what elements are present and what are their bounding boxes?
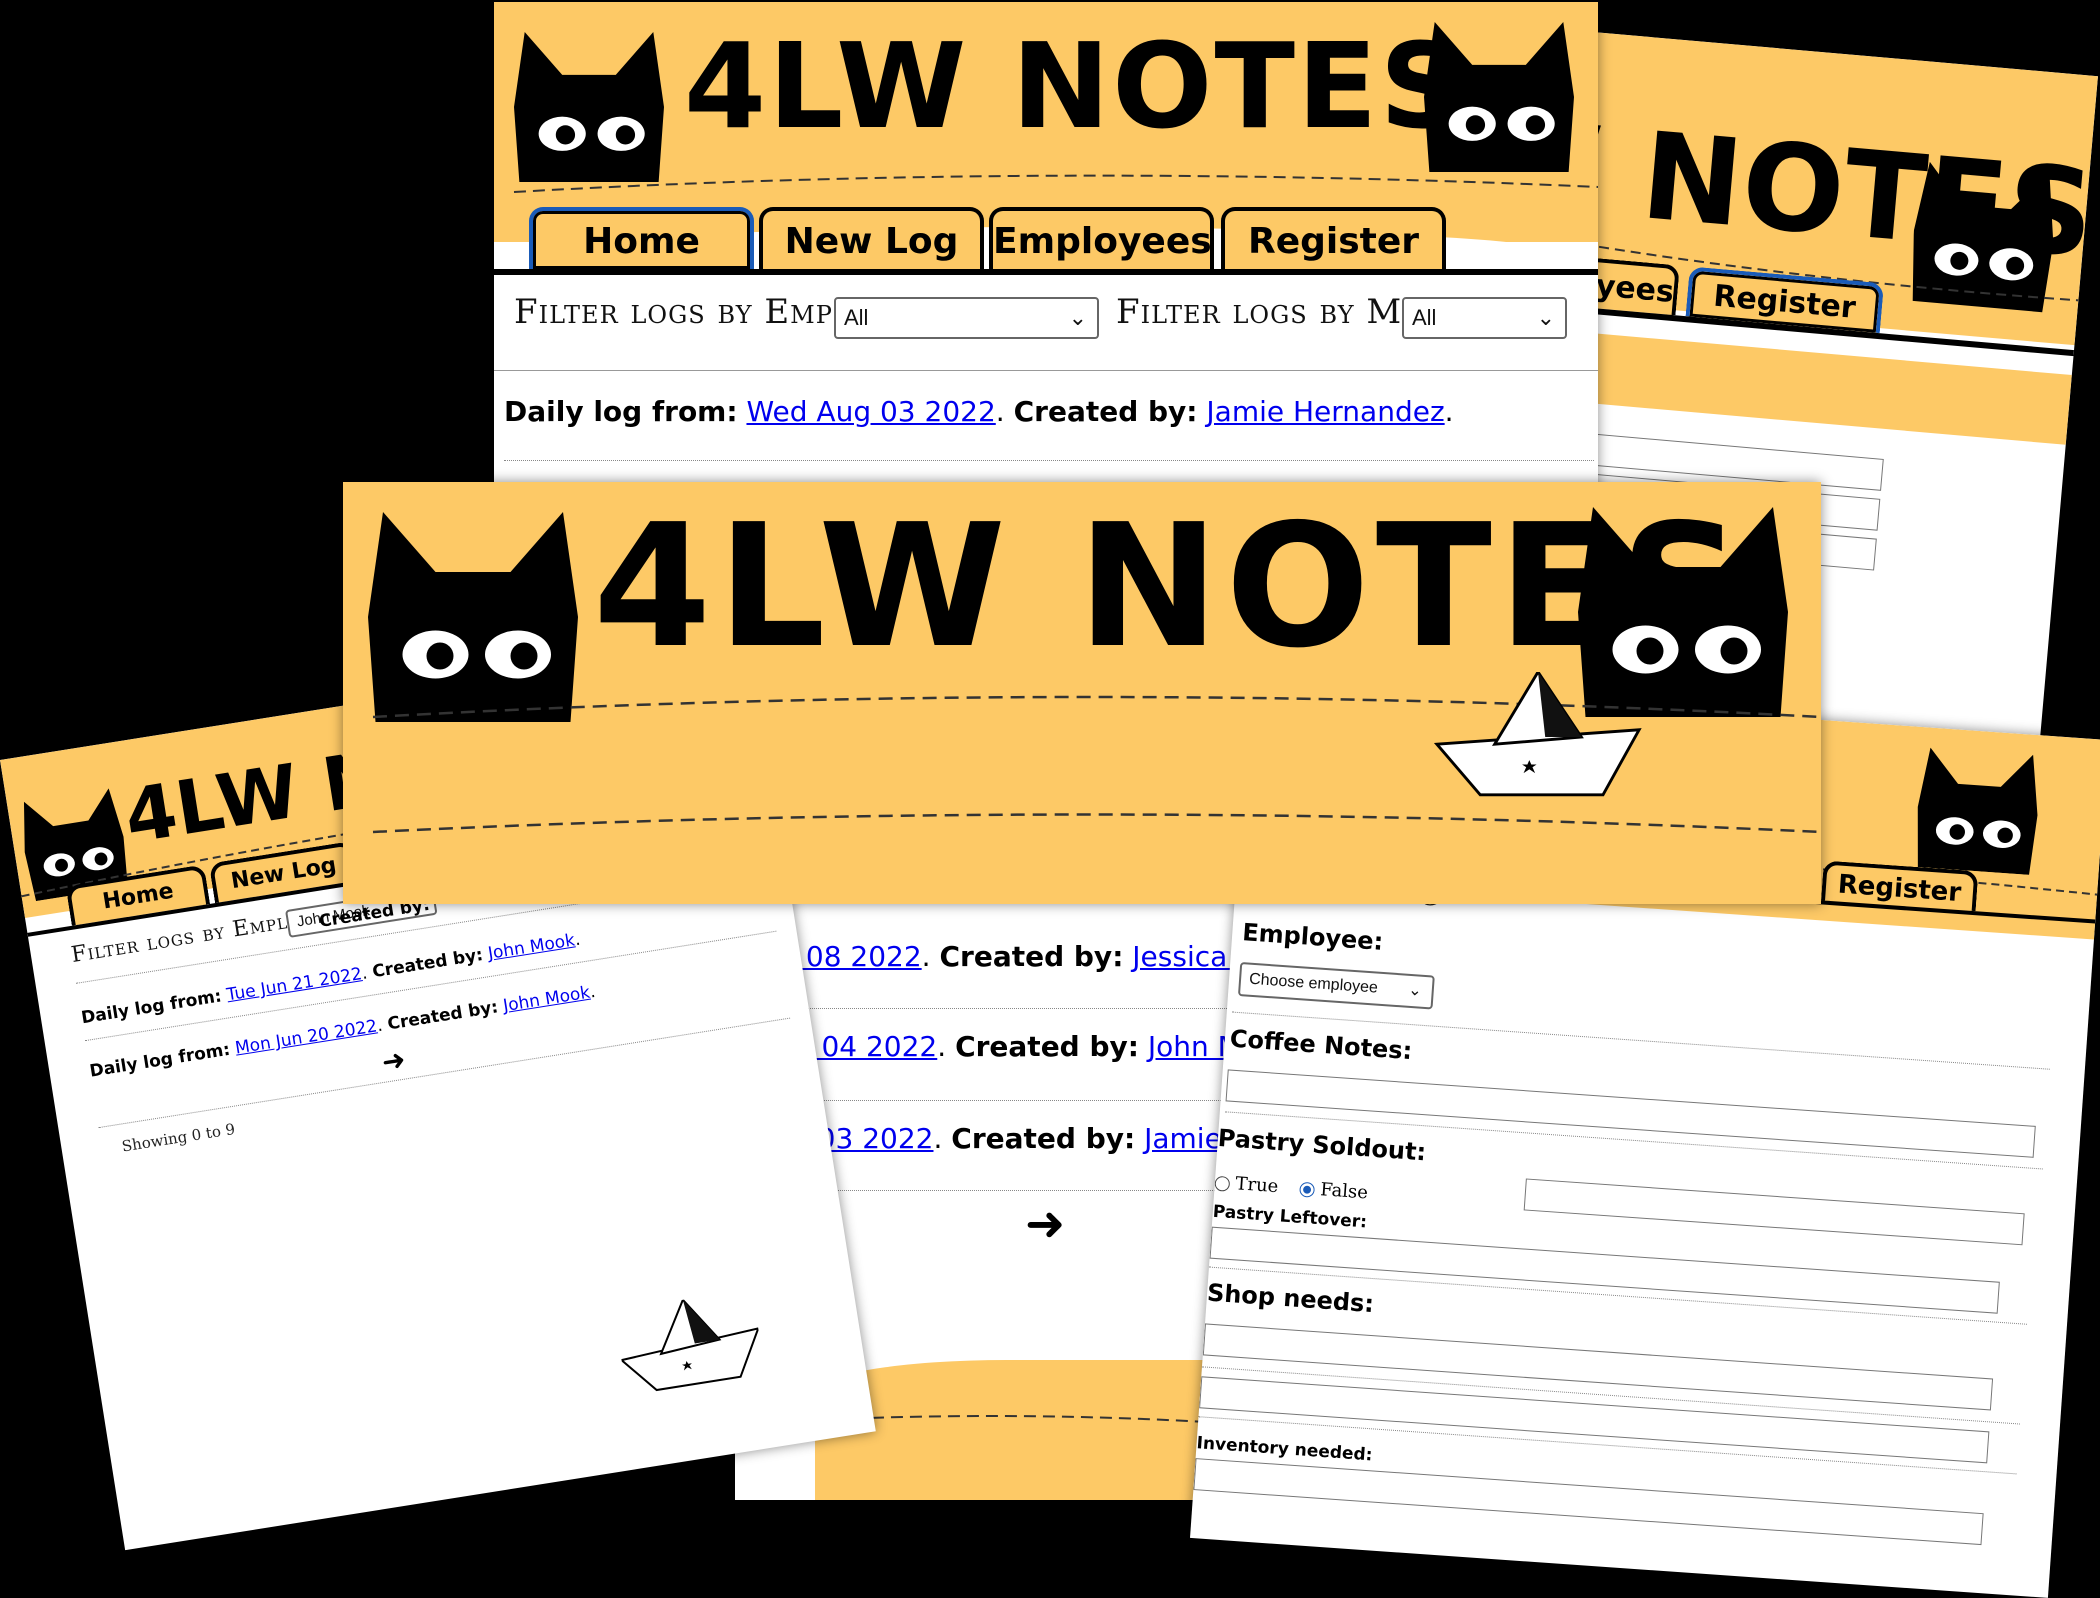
home-page-panel: 4LW NOTES Home New Log Employees Registe… xyxy=(494,2,1598,502)
log-entry: ri Jul 08 2022. Created by: Jessica But xyxy=(735,940,1255,973)
tab-employees[interactable]: Employees xyxy=(989,207,1214,269)
hero-banner-panel: 4LW NOTES xyxy=(343,482,1821,904)
divider xyxy=(494,370,1598,371)
cat-icon xyxy=(1424,22,1574,172)
log-date-link[interactable]: Wed Aug 03 2022 xyxy=(746,395,995,428)
paper-boat-icon xyxy=(1435,672,1641,797)
arrow-right-icon[interactable]: ➜ xyxy=(1025,1200,1065,1248)
cat-icon xyxy=(514,32,664,182)
logo-text: 4LW NOTES xyxy=(684,17,1467,155)
chevron-down-icon: ⌄ xyxy=(1407,981,1423,1000)
employee-select[interactable]: Choose employee ⌄ xyxy=(1237,962,1435,1010)
employee-label: Employee: xyxy=(1241,918,1385,956)
log-author-link[interactable]: John Mook xyxy=(487,930,577,963)
pastry-soldout-label: Pastry Soldout: xyxy=(1217,1123,1428,1167)
radio-icon xyxy=(1214,1175,1231,1192)
shop-needs-label: Shop needs: xyxy=(1206,1278,1375,1319)
log-entry: Daily log from: Wed Aug 03 2022. Created… xyxy=(504,395,1454,428)
inventory-needed-field[interactable] xyxy=(1193,1458,1984,1546)
tab-home[interactable]: Home xyxy=(529,207,754,269)
tab-register[interactable]: Register xyxy=(1221,207,1446,269)
arrow-right-icon[interactable]: ➜ xyxy=(379,1042,407,1078)
log-entry: Jul 03 2022. Created by: Jamie H xyxy=(775,1122,1252,1155)
chevron-down-icon: ⌄ xyxy=(1536,305,1555,330)
pastry-soldout-false-radio[interactable]: False xyxy=(1299,1178,1369,1203)
filter-employee-select[interactable]: All ⌄ xyxy=(834,297,1099,339)
cat-icon xyxy=(1913,747,2042,876)
pagination-status: Showing 0 to 9 xyxy=(120,1119,237,1156)
radio-checked-icon xyxy=(1299,1181,1316,1198)
chevron-down-icon: ⌄ xyxy=(1068,305,1087,330)
nav-underline xyxy=(494,269,1598,275)
log-date-link[interactable]: Mon Jun 20 2022 xyxy=(234,1016,379,1058)
pastry-soldout-true-radio[interactable]: True xyxy=(1214,1172,1279,1197)
log-author-link[interactable]: John Mook xyxy=(502,983,592,1016)
divider xyxy=(504,460,1594,461)
pastry-soldout-field[interactable] xyxy=(1523,1178,2025,1246)
header-banner: 4LW NOTES xyxy=(494,2,1598,242)
paper-boat-icon xyxy=(613,1288,767,1396)
coffee-notes-label: Coffee Notes: xyxy=(1228,1024,1414,1066)
divider xyxy=(98,1017,791,1129)
divider xyxy=(735,1008,1255,1009)
tab-new-log[interactable]: New Log xyxy=(759,207,984,269)
log-author-link[interactable]: Jamie Hernandez xyxy=(1206,395,1444,428)
filter-month-select[interactable]: All ⌄ xyxy=(1402,297,1567,339)
